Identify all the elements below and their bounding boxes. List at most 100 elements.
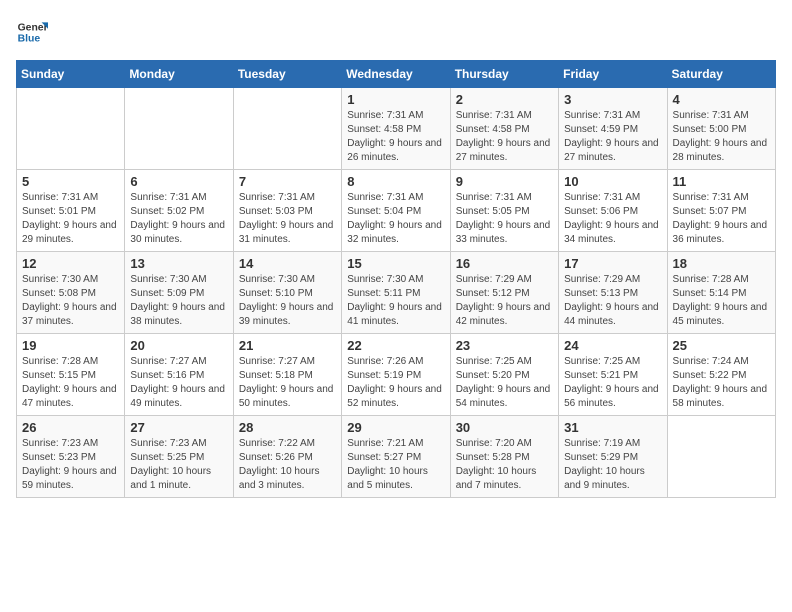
day-info: Sunrise: 7:31 AM Sunset: 5:00 PM Dayligh…	[673, 109, 770, 165]
weekday-header-sunday: Sunday	[17, 61, 125, 88]
day-number: 14	[239, 256, 336, 271]
day-number: 24	[564, 338, 661, 353]
calendar-cell: 9 Sunrise: 7:31 AM Sunset: 5:05 PM Daylig…	[450, 170, 558, 252]
calendar-cell: 20Sunrise: 7:27 AM Sunset: 5:16 PM Dayli…	[125, 334, 233, 416]
calendar-cell: 7 Sunrise: 7:31 AM Sunset: 5:03 PM Daylig…	[233, 170, 341, 252]
calendar-cell	[17, 88, 125, 170]
day-info: Sunrise: 7:30 AM Sunset: 5:08 PM Dayligh…	[22, 273, 119, 329]
day-info: Sunrise: 7:20 AM Sunset: 5:28 PM Dayligh…	[456, 437, 553, 493]
day-number: 2	[456, 92, 553, 107]
calendar-cell: 2 Sunrise: 7:31 AM Sunset: 4:58 PM Daylig…	[450, 88, 558, 170]
calendar-cell: 18 Sunrise: 7:28 AM Sunset: 5:14 PM Dayli…	[667, 252, 775, 334]
day-info: Sunrise: 7:27 AM Sunset: 5:18 PM Dayligh…	[239, 355, 336, 411]
day-info: Sunrise: 7:19 AM Sunset: 5:29 PM Dayligh…	[564, 437, 661, 493]
day-info: Sunrise: 7:22 AM Sunset: 5:26 PM Dayligh…	[239, 437, 336, 493]
day-number: 26	[22, 420, 119, 435]
day-info: Sunrise: 7:31 AM Sunset: 5:05 PM Dayligh…	[456, 191, 553, 247]
calendar-table: SundayMondayTuesdayWednesdayThursdayFrid…	[16, 60, 776, 498]
weekday-header-tuesday: Tuesday	[233, 61, 341, 88]
day-info: Sunrise: 7:28 AM Sunset: 5:14 PM Dayligh…	[673, 273, 770, 329]
day-info: Sunrise: 7:30 AM Sunset: 5:11 PM Dayligh…	[347, 273, 444, 329]
calendar-cell: 16 Sunrise: 7:29 AM Sunset: 5:12 PM Dayli…	[450, 252, 558, 334]
day-number: 16	[456, 256, 553, 271]
day-info: Sunrise: 7:26 AM Sunset: 5:19 PM Dayligh…	[347, 355, 444, 411]
day-number: 30	[456, 420, 553, 435]
calendar-cell: 23 Sunrise: 7:25 AM Sunset: 5:20 PM Dayli…	[450, 334, 558, 416]
day-info: Sunrise: 7:29 AM Sunset: 5:12 PM Dayligh…	[456, 273, 553, 329]
day-info: Sunrise: 7:25 AM Sunset: 5:20 PM Dayligh…	[456, 355, 553, 411]
calendar-cell: 28 Sunrise: 7:22 AM Sunset: 5:26 PM Dayli…	[233, 416, 341, 498]
calendar-cell: 15 Sunrise: 7:30 AM Sunset: 5:11 PM Dayli…	[342, 252, 450, 334]
day-info: Sunrise: 7:21 AM Sunset: 5:27 PM Dayligh…	[347, 437, 444, 493]
day-number: 15	[347, 256, 444, 271]
day-number: 20	[130, 338, 227, 353]
calendar-cell: 3 Sunrise: 7:31 AM Sunset: 4:59 PM Daylig…	[559, 88, 667, 170]
calendar-cell: 12 Sunrise: 7:30 AM Sunset: 5:08 PM Dayli…	[17, 252, 125, 334]
day-info: Sunrise: 7:24 AM Sunset: 5:22 PM Dayligh…	[673, 355, 770, 411]
day-info: Sunrise: 7:31 AM Sunset: 4:59 PM Dayligh…	[564, 109, 661, 165]
day-number: 4	[673, 92, 770, 107]
day-info: Sunrise: 7:25 AM Sunset: 5:21 PM Dayligh…	[564, 355, 661, 411]
weekday-header-thursday: Thursday	[450, 61, 558, 88]
day-number: 1	[347, 92, 444, 107]
calendar-cell: 11 Sunrise: 7:31 AM Sunset: 5:07 PM Dayli…	[667, 170, 775, 252]
calendar-cell: 10 Sunrise: 7:31 AM Sunset: 5:06 PM Dayli…	[559, 170, 667, 252]
day-info: Sunrise: 7:23 AM Sunset: 5:23 PM Dayligh…	[22, 437, 119, 493]
logo: General Blue	[16, 16, 52, 48]
day-info: Sunrise: 7:31 AM Sunset: 5:03 PM Dayligh…	[239, 191, 336, 247]
day-info: Sunrise: 7:31 AM Sunset: 5:06 PM Dayligh…	[564, 191, 661, 247]
calendar-cell: 31 Sunrise: 7:19 AM Sunset: 5:29 PM Dayli…	[559, 416, 667, 498]
page-header: General Blue	[16, 16, 776, 48]
calendar-cell: 6Sunrise: 7:31 AM Sunset: 5:02 PM Daylig…	[125, 170, 233, 252]
calendar-cell: 8 Sunrise: 7:31 AM Sunset: 5:04 PM Daylig…	[342, 170, 450, 252]
calendar-cell	[667, 416, 775, 498]
day-info: Sunrise: 7:23 AM Sunset: 5:25 PM Dayligh…	[130, 437, 227, 493]
calendar-cell: 14Sunrise: 7:30 AM Sunset: 5:10 PM Dayli…	[233, 252, 341, 334]
calendar-cell: 13Sunrise: 7:30 AM Sunset: 5:09 PM Dayli…	[125, 252, 233, 334]
day-number: 19	[22, 338, 119, 353]
day-number: 7	[239, 174, 336, 189]
weekday-header-wednesday: Wednesday	[342, 61, 450, 88]
day-number: 3	[564, 92, 661, 107]
calendar-cell: 19 Sunrise: 7:28 AM Sunset: 5:15 PM Dayli…	[17, 334, 125, 416]
calendar-cell: 30 Sunrise: 7:20 AM Sunset: 5:28 PM Dayli…	[450, 416, 558, 498]
day-number: 8	[347, 174, 444, 189]
day-number: 9	[456, 174, 553, 189]
calendar-cell: 26 Sunrise: 7:23 AM Sunset: 5:23 PM Dayli…	[17, 416, 125, 498]
day-info: Sunrise: 7:31 AM Sunset: 5:01 PM Dayligh…	[22, 191, 119, 247]
calendar-cell: 21 Sunrise: 7:27 AM Sunset: 5:18 PM Dayli…	[233, 334, 341, 416]
day-number: 12	[22, 256, 119, 271]
day-number: 28	[239, 420, 336, 435]
calendar-cell: 25 Sunrise: 7:24 AM Sunset: 5:22 PM Dayli…	[667, 334, 775, 416]
day-number: 31	[564, 420, 661, 435]
day-number: 29	[347, 420, 444, 435]
weekday-header-saturday: Saturday	[667, 61, 775, 88]
day-number: 13	[130, 256, 227, 271]
weekday-header-friday: Friday	[559, 61, 667, 88]
day-number: 18	[673, 256, 770, 271]
calendar-cell: 27 Sunrise: 7:23 AM Sunset: 5:25 PM Dayli…	[125, 416, 233, 498]
day-info: Sunrise: 7:31 AM Sunset: 4:58 PM Dayligh…	[456, 109, 553, 165]
day-number: 11	[673, 174, 770, 189]
weekday-header-monday: Monday	[125, 61, 233, 88]
calendar-cell: 29 Sunrise: 7:21 AM Sunset: 5:27 PM Dayli…	[342, 416, 450, 498]
day-number: 17	[564, 256, 661, 271]
calendar-cell: 22 Sunrise: 7:26 AM Sunset: 5:19 PM Dayli…	[342, 334, 450, 416]
day-number: 27	[130, 420, 227, 435]
day-number: 5	[22, 174, 119, 189]
day-number: 21	[239, 338, 336, 353]
calendar-cell	[125, 88, 233, 170]
day-info: Sunrise: 7:28 AM Sunset: 5:15 PM Dayligh…	[22, 355, 119, 411]
day-number: 22	[347, 338, 444, 353]
day-info: Sunrise: 7:29 AM Sunset: 5:13 PM Dayligh…	[564, 273, 661, 329]
logo-icon: General Blue	[16, 16, 48, 48]
day-info: Sunrise: 7:31 AM Sunset: 5:04 PM Dayligh…	[347, 191, 444, 247]
calendar-cell: 24 Sunrise: 7:25 AM Sunset: 5:21 PM Dayli…	[559, 334, 667, 416]
calendar-cell: 4 Sunrise: 7:31 AM Sunset: 5:00 PM Daylig…	[667, 88, 775, 170]
calendar-cell: 17 Sunrise: 7:29 AM Sunset: 5:13 PM Dayli…	[559, 252, 667, 334]
day-number: 25	[673, 338, 770, 353]
day-info: Sunrise: 7:31 AM Sunset: 5:07 PM Dayligh…	[673, 191, 770, 247]
day-number: 10	[564, 174, 661, 189]
calendar-cell	[233, 88, 341, 170]
day-number: 23	[456, 338, 553, 353]
